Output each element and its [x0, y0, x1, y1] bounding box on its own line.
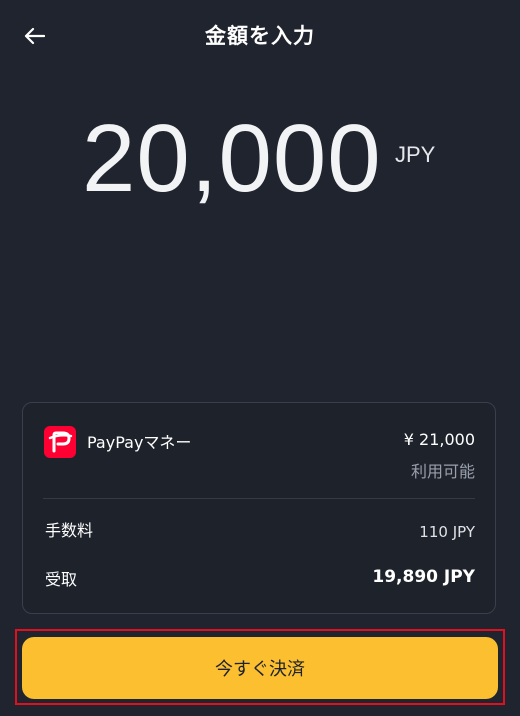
- header: 金額を入力: [0, 0, 520, 72]
- pay-now-button[interactable]: 今すぐ決済: [22, 637, 498, 699]
- amount-display: 20,000 JPY: [0, 104, 520, 214]
- paypay-logo-icon: [44, 426, 76, 458]
- received-label: 受取: [45, 570, 78, 589]
- divider: [43, 498, 475, 499]
- fee-label: 手数料: [45, 521, 94, 540]
- pay-now-label: 今すぐ決済: [215, 659, 305, 680]
- fee-value: 110 JPY: [419, 523, 475, 541]
- received-value: 19,890 JPY: [372, 567, 475, 587]
- page-title: 金額を入力: [205, 24, 315, 48]
- payment-method-name: PayPayマネー: [87, 433, 192, 452]
- payment-method-balance: ¥ 21,000: [403, 430, 475, 449]
- amount-currency: JPY: [395, 142, 436, 167]
- payment-summary-card: PayPayマネー ¥ 21,000 利用可能 手数料 110 JPY 受取 1…: [22, 402, 496, 614]
- payment-method-availability: 利用可能: [410, 462, 475, 481]
- amount-value: 20,000: [82, 105, 382, 212]
